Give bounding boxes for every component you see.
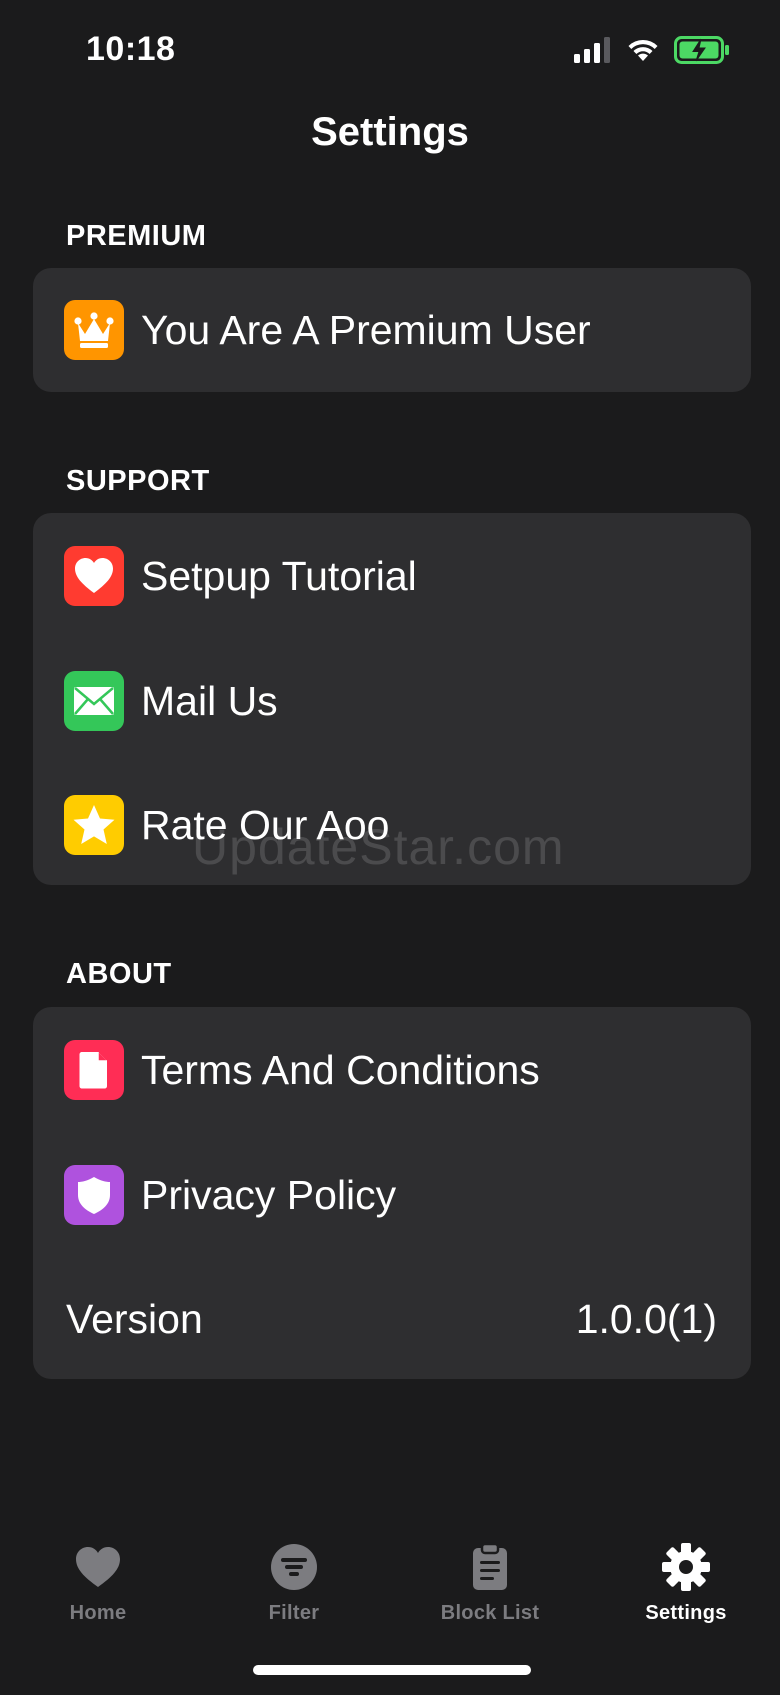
- tab-block-list-label: Block List: [440, 1602, 540, 1624]
- tab-filter[interactable]: Filter: [196, 1542, 392, 1652]
- tab-block-list[interactable]: Block List: [392, 1542, 588, 1652]
- page-title: Settings: [311, 110, 469, 154]
- wifi-icon: [628, 39, 658, 61]
- setup-tutorial-row[interactable]: Setpup Tutorial: [33, 526, 751, 626]
- version-value: 1.0.0(1): [575, 1295, 717, 1342]
- tab-home[interactable]: Home: [0, 1542, 196, 1652]
- rate-app-label: Rate Our Aoo: [141, 801, 390, 848]
- gear-icon: [662, 1543, 710, 1591]
- privacy-policy-row[interactable]: Privacy Policy: [33, 1145, 751, 1245]
- section-header-support: SUPPORT: [66, 465, 210, 497]
- clipboard-icon: [473, 1542, 507, 1590]
- support-group: Setpup Tutorial Mail Us Rate Our Aoo: [33, 513, 751, 885]
- mail-us-label: Mail Us: [141, 677, 278, 724]
- tab-home-label: Home: [69, 1602, 127, 1624]
- status-bar: 10:18: [0, 0, 780, 104]
- mail-us-row[interactable]: Mail Us: [33, 651, 751, 751]
- star-icon: [64, 795, 124, 855]
- terms-row[interactable]: Terms And Conditions: [33, 1020, 751, 1120]
- section-header-about: ABOUT: [66, 958, 172, 990]
- setup-tutorial-label: Setpup Tutorial: [141, 552, 417, 599]
- version-label: Version: [66, 1295, 203, 1342]
- shield-icon: [64, 1165, 124, 1225]
- premium-user-row[interactable]: You Are A Premium User: [33, 280, 751, 380]
- heart-icon: [64, 546, 124, 606]
- cellular-signal-icon: [574, 37, 610, 63]
- rate-app-row[interactable]: Rate Our Aoo: [33, 775, 751, 875]
- filter-icon: [271, 1544, 317, 1590]
- premium-user-label: You Are A Premium User: [141, 306, 591, 353]
- tab-settings-label: Settings: [645, 1602, 727, 1624]
- privacy-policy-label: Privacy Policy: [141, 1171, 397, 1218]
- home-indicator[interactable]: [253, 1665, 531, 1675]
- crown-icon: [64, 300, 124, 360]
- heart-icon: [76, 1547, 120, 1587]
- terms-label: Terms And Conditions: [141, 1046, 540, 1093]
- mail-icon: [64, 671, 124, 731]
- premium-group: You Are A Premium User: [33, 268, 751, 392]
- section-header-premium: PREMIUM: [66, 220, 207, 252]
- version-row: Version 1.0.0(1): [33, 1269, 751, 1369]
- status-icons: [574, 36, 730, 64]
- document-icon: [64, 1040, 124, 1100]
- tab-filter-label: Filter: [268, 1602, 320, 1624]
- battery-charging-icon: [674, 36, 729, 64]
- about-group: Terms And Conditions Privacy Policy Vers…: [33, 1007, 751, 1379]
- tab-settings[interactable]: Settings: [588, 1542, 780, 1652]
- status-time: 10:18: [86, 30, 176, 68]
